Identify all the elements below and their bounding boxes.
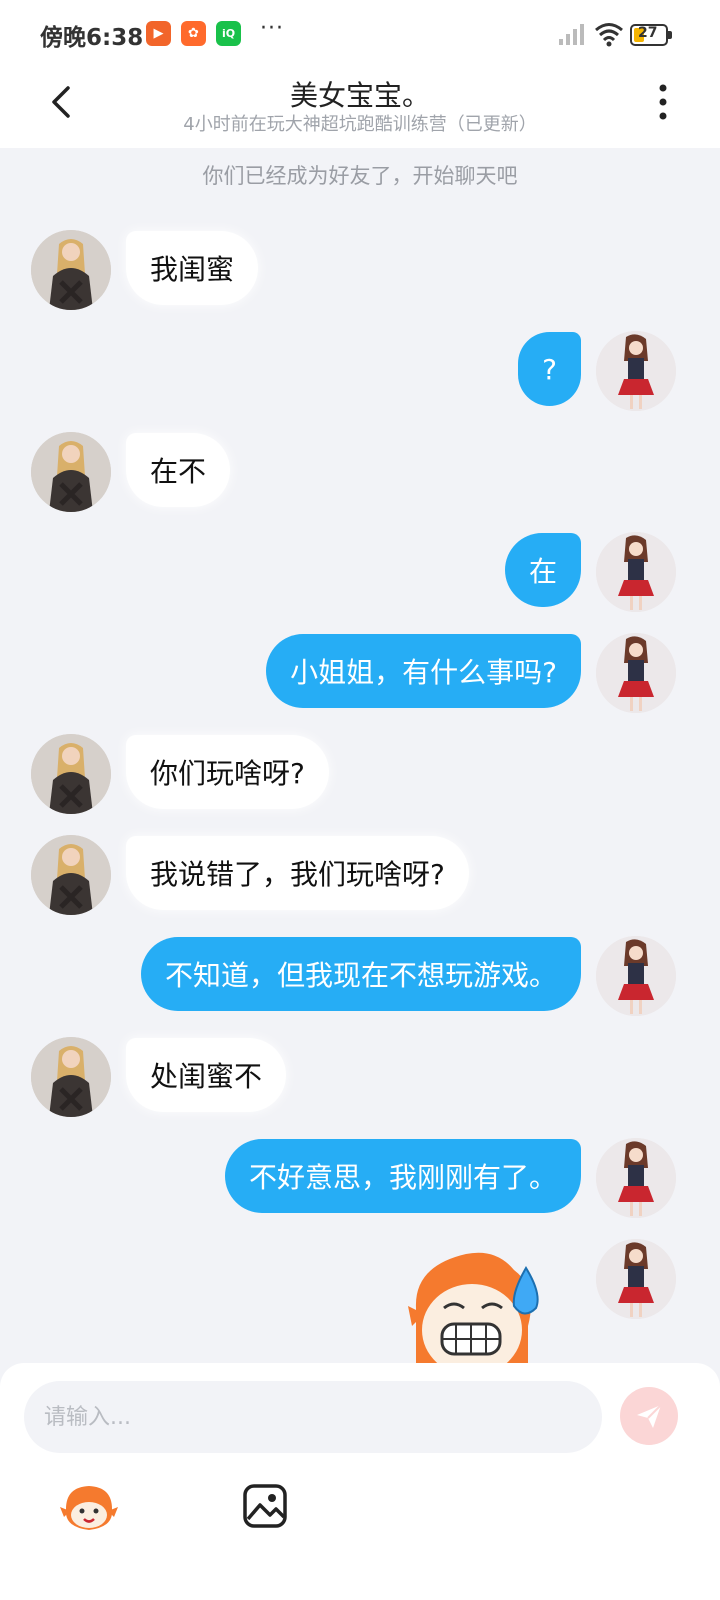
image-icon	[243, 1484, 287, 1528]
my-avatar[interactable]	[596, 936, 676, 1016]
battery-icon: 27	[630, 24, 672, 46]
my-avatar[interactable]	[596, 633, 676, 713]
message-bubble-sent[interactable]: 小姐姐，有什么事吗?	[266, 634, 581, 708]
input-panel	[0, 1363, 720, 1600]
redskirt-girl-avatar-image	[596, 633, 676, 713]
my-avatar[interactable]	[596, 1239, 676, 1319]
nervous-sweat-sticker[interactable]	[396, 1248, 552, 1366]
kuaishou-app-icon: ✿	[181, 21, 206, 46]
status-time: 傍晚6:38	[40, 25, 144, 51]
contact-status: 4小时前在玩大神超坑跑酷训练营（已更新）	[183, 114, 537, 135]
message-bubble-sent[interactable]: 不好意思，我刚刚有了。	[224, 1139, 581, 1213]
blonde-girl-avatar-image	[31, 230, 111, 310]
message-bubble-sent[interactable]: ?	[518, 332, 581, 406]
message-bubble-received[interactable]: 我说错了，我们玩啥呀?	[126, 836, 469, 910]
message-input[interactable]	[24, 1381, 602, 1453]
contact-avatar[interactable]	[31, 1037, 111, 1117]
contact-avatar[interactable]	[31, 734, 111, 814]
my-avatar[interactable]	[596, 1138, 676, 1218]
message-bubble-sent[interactable]: 不知道，但我现在不想玩游戏。	[140, 937, 581, 1011]
message-bubble-received[interactable]: 处闺蜜不	[126, 1038, 287, 1112]
chat-header: 美女宝宝。 4小时前在玩大神超坑跑酷训练营（已更新）	[0, 70, 720, 148]
redskirt-girl-avatar-image	[596, 1239, 676, 1319]
signal-icon	[559, 24, 584, 45]
contact-name: 美女宝宝。	[289, 79, 430, 112]
message-bubble-received[interactable]: 在不	[126, 433, 231, 507]
wifi-icon	[595, 23, 623, 47]
video-app-icon: ▶	[146, 21, 171, 46]
paper-plane-icon	[637, 1404, 662, 1428]
redskirt-girl-avatar-image	[596, 1138, 676, 1218]
sticker-button[interactable]	[60, 1483, 118, 1533]
battery-level: 27	[638, 25, 658, 41]
send-button[interactable]	[620, 1387, 678, 1445]
message-bubble-sent[interactable]: 在	[504, 533, 581, 607]
message-bubble-received[interactable]: 你们玩啥呀?	[126, 735, 329, 809]
redskirt-girl-avatar-image	[596, 331, 676, 411]
my-avatar[interactable]	[596, 532, 676, 612]
blonde-girl-avatar-image	[31, 432, 111, 512]
friend-added-notice: 你们已经成为好友了，开始聊天吧	[202, 164, 518, 188]
blonde-girl-avatar-image	[31, 1037, 111, 1117]
contact-avatar[interactable]	[31, 230, 111, 310]
my-avatar[interactable]	[596, 331, 676, 411]
blonde-girl-avatar-image	[31, 734, 111, 814]
message-bubble-received[interactable]: 我闺蜜	[126, 231, 259, 305]
status-bar: 傍晚6:38 ▶ ✿ iQ ··· 27	[0, 0, 720, 70]
image-picker-button[interactable]	[242, 1483, 288, 1529]
contact-avatar[interactable]	[31, 835, 111, 915]
iqiyi-app-icon: iQ	[216, 21, 241, 46]
blonde-girl-avatar-image	[31, 835, 111, 915]
more-notifications-icon: ···	[260, 16, 284, 41]
redskirt-girl-avatar-image	[596, 936, 676, 1016]
redskirt-girl-avatar-image	[596, 532, 676, 612]
mascot-emoji-icon	[60, 1486, 118, 1530]
more-options-icon[interactable]	[656, 82, 670, 122]
contact-avatar[interactable]	[31, 432, 111, 512]
